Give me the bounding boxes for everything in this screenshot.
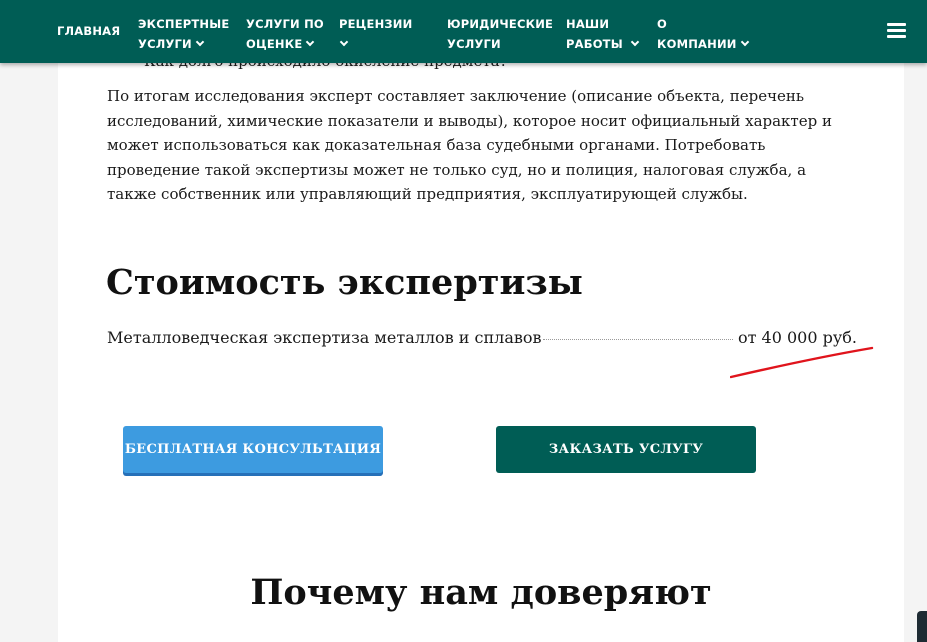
chat-widget-edge[interactable] [917,611,927,642]
nav-item-reviews[interactable]: РЕЦЕНЗИИ [339,14,412,54]
nav-item-expert-services[interactable]: ЭКСПЕРТНЫЕ УСЛУГИ [138,14,229,54]
order-service-button[interactable]: ЗАКАЗАТЬ УСЛУГУ [496,426,756,473]
chevron-down-icon [195,37,205,47]
cost-heading: Стоимость экспертизы [106,262,583,303]
chevron-down-icon [306,37,315,47]
free-consultation-button[interactable]: БЕСПЛАТНАЯ КОНСУЛЬТАЦИЯ [123,426,383,473]
description-paragraph: По итогам исследования эксперт составляе… [107,87,832,203]
nav-item-our-works[interactable]: НАШИ РАБОТЫ [566,14,640,54]
chevron-down-icon [339,37,349,47]
red-underline-annotation [730,346,874,379]
price-leader-dots [543,339,733,340]
hamburger-icon[interactable] [887,23,906,39]
nav-item-legal-services[interactable]: ЮРИДИЧЕСКИЕ УСЛУГИ [447,14,553,54]
top-navigation: ГЛАВНАЯ ЭКСПЕРТНЫЕ УСЛУГИ УСЛУГИ ПО ОЦЕН… [0,0,927,63]
nav-item-home[interactable]: ГЛАВНАЯ [57,21,120,41]
chevron-down-icon [740,37,749,47]
price-item-name: Металловедческая экспертиза металлов и с… [107,328,542,347]
trust-heading: Почему нам доверяют [250,572,712,613]
nav-item-about-company[interactable]: О КОМПАНИИ [657,14,749,54]
nav-item-valuation-services[interactable]: УСЛУГИ ПО ОЦЕНКЕ [246,14,324,54]
chevron-down-icon [630,37,640,47]
